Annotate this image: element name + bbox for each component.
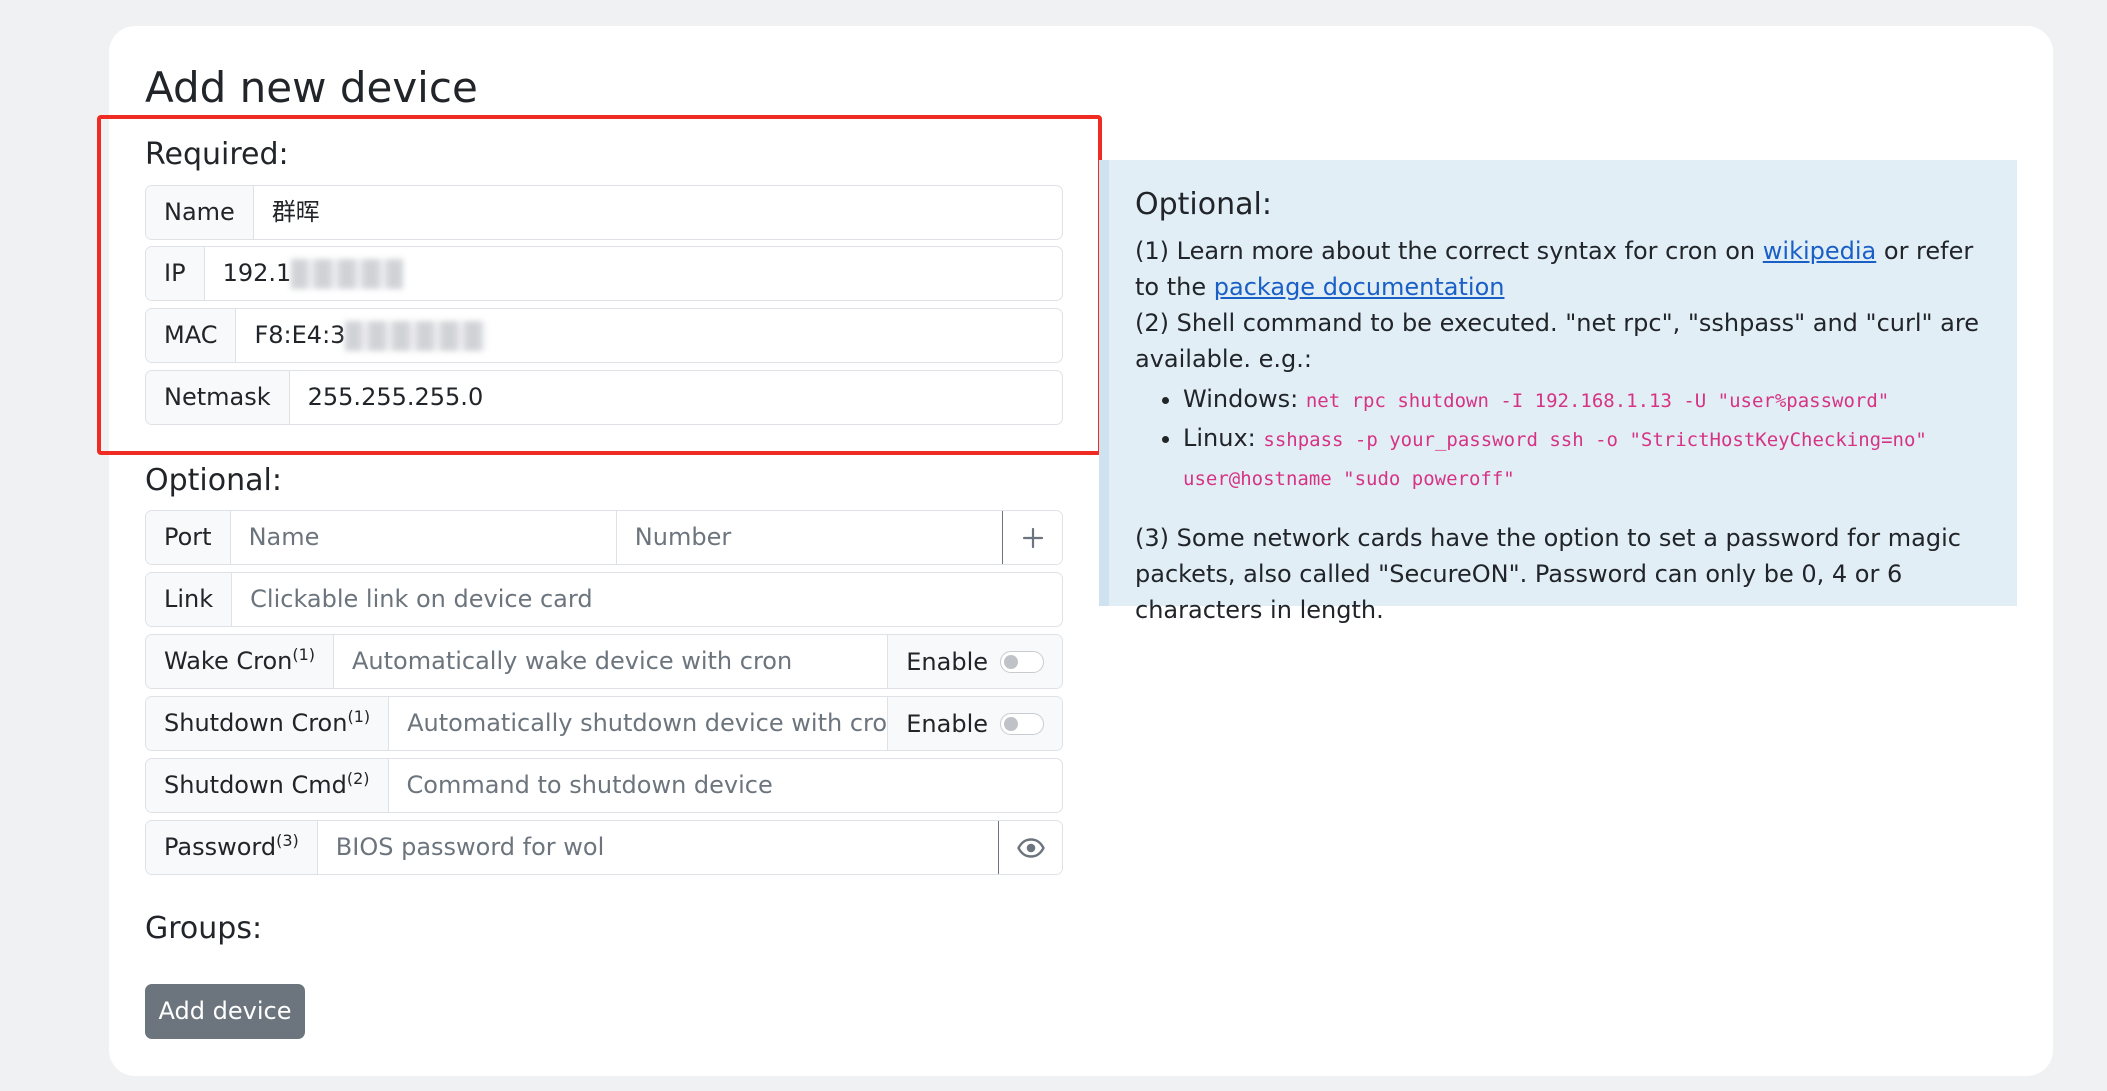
- mac-value: F8:E4:3: [254, 321, 346, 349]
- linux-example: Linux: sshpass -p your_password ssh -o "…: [1183, 420, 1991, 498]
- package-documentation-link[interactable]: package documentation: [1214, 273, 1505, 301]
- shutdown-cron-enable-label: Enable: [906, 709, 988, 738]
- shutdown-cron-label-text: Shutdown Cron: [164, 709, 348, 737]
- netmask-input-group: Netmask 255.255.255.0: [145, 370, 1063, 425]
- password-label-text: Password: [164, 833, 277, 861]
- wake-cron-input[interactable]: Automatically wake device with cron: [334, 635, 887, 688]
- password-input-group: Password(3) BIOS password for wol: [145, 820, 1063, 875]
- port-label: Port: [146, 511, 231, 564]
- password-label: Password(3): [146, 821, 318, 874]
- shutdown-cron-input[interactable]: Automatically shutdown device with cron: [389, 697, 887, 750]
- linux-command: sshpass -p your_password ssh -o "StrictH…: [1183, 429, 1927, 490]
- wake-cron-label-text: Wake Cron: [164, 647, 293, 675]
- windows-label: Windows:: [1183, 385, 1306, 413]
- page-title: Add new device: [145, 63, 478, 112]
- wake-cron-toggle[interactable]: [1000, 650, 1044, 673]
- shell-examples-list: Windows: net rpc shutdown -I 192.168.1.1…: [1183, 381, 1991, 498]
- help-note-1-text: (1) Learn more about the correct syntax …: [1135, 237, 1763, 265]
- name-input[interactable]: 群晖: [254, 186, 1062, 239]
- mac-input-group: MAC F8:E4:3: [145, 308, 1063, 363]
- wake-cron-enable: Enable: [887, 635, 1062, 688]
- netmask-input[interactable]: 255.255.255.0: [290, 371, 1062, 424]
- linux-label: Linux:: [1183, 424, 1264, 452]
- ip-input-group: IP 192.1: [145, 246, 1063, 301]
- redacted-blur: [291, 259, 404, 289]
- shutdown-cron-toggle[interactable]: [1000, 712, 1044, 735]
- shutdown-cmd-label: Shutdown Cmd(2): [146, 759, 389, 812]
- link-label: Link: [146, 573, 233, 626]
- plus-icon: [1022, 527, 1043, 548]
- wake-cron-enable-label: Enable: [906, 647, 988, 676]
- port-name-input[interactable]: Name: [231, 511, 617, 564]
- shutdown-cmd-ref: (2): [346, 769, 370, 788]
- port-number-input[interactable]: Number: [617, 511, 1002, 564]
- wake-cron-ref: (1): [292, 645, 316, 664]
- eye-icon: [1016, 837, 1045, 858]
- password-ref: (3): [276, 831, 299, 850]
- shutdown-cron-ref: (1): [347, 707, 371, 726]
- link-input-group: Link Clickable link on device card: [145, 572, 1063, 627]
- wake-cron-input-group: Wake Cron(1) Automatically wake device w…: [145, 634, 1063, 689]
- groups-heading: Groups:: [145, 911, 263, 946]
- shutdown-cmd-label-text: Shutdown Cmd: [164, 771, 347, 799]
- optional-heading: Optional:: [145, 463, 282, 498]
- shutdown-cron-input-group: Shutdown Cron(1) Automatically shutdown …: [145, 696, 1063, 751]
- port-input-group: Port Name Number: [145, 510, 1063, 565]
- ip-label: IP: [146, 247, 205, 300]
- help-note-1: (1) Learn more about the correct syntax …: [1135, 233, 1991, 305]
- help-note-2: (2) Shell command to be executed. "net r…: [1135, 309, 1979, 373]
- windows-example: Windows: net rpc shutdown -I 192.168.1.1…: [1183, 381, 1991, 420]
- toggle-password-visibility-button[interactable]: [998, 821, 1062, 874]
- wikipedia-link[interactable]: wikipedia: [1763, 237, 1876, 265]
- netmask-label: Netmask: [146, 371, 290, 424]
- help-note-3: (3) Some network cards have the option t…: [1135, 524, 1961, 624]
- windows-command: net rpc shutdown -I 192.168.1.13 -U "use…: [1305, 390, 1890, 412]
- shutdown-cron-label: Shutdown Cron(1): [146, 697, 390, 750]
- shutdown-cmd-input-group: Shutdown Cmd(2) Command to shutdown devi…: [145, 758, 1063, 813]
- help-heading: Optional:: [1135, 187, 1272, 222]
- shutdown-cmd-input[interactable]: Command to shutdown device: [389, 759, 1063, 812]
- name-label: Name: [146, 186, 254, 239]
- redacted-blur: [345, 321, 486, 351]
- required-heading: Required:: [145, 137, 289, 172]
- link-input[interactable]: Clickable link on device card: [232, 573, 1062, 626]
- mac-input[interactable]: F8:E4:3: [236, 309, 1062, 362]
- add-port-button[interactable]: [1002, 511, 1062, 564]
- ip-value: 192.1: [222, 259, 292, 287]
- wake-cron-label: Wake Cron(1): [146, 635, 335, 688]
- password-input[interactable]: BIOS password for wol: [318, 821, 998, 874]
- mac-label: MAC: [146, 309, 237, 362]
- add-device-button[interactable]: Add device: [145, 984, 305, 1039]
- shutdown-cron-enable: Enable: [887, 697, 1062, 750]
- ip-input[interactable]: 192.1: [205, 247, 1062, 300]
- optional-help-panel: Optional: (1) Learn more about the corre…: [1099, 160, 2017, 624]
- name-input-group: Name 群晖: [145, 185, 1063, 240]
